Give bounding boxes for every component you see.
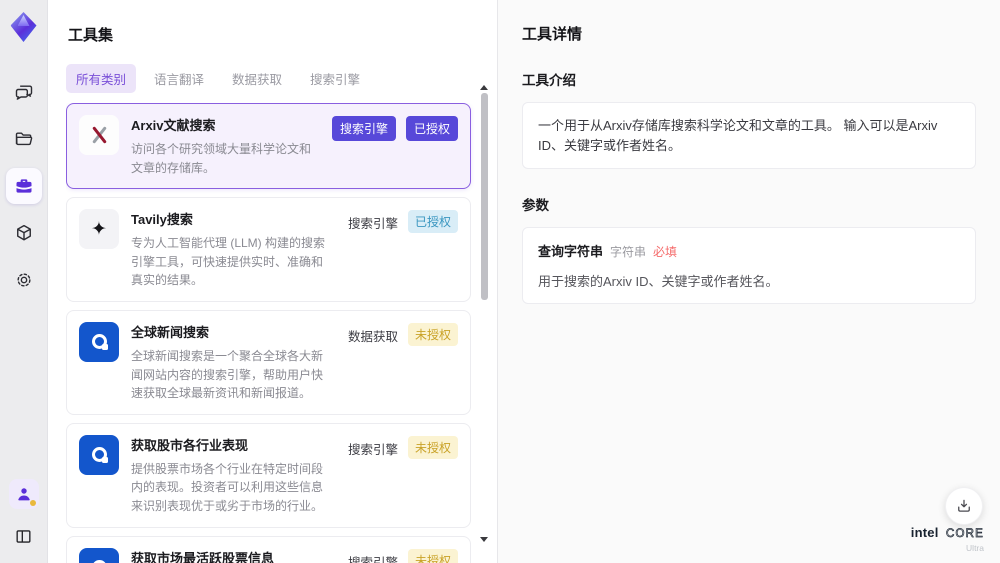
sidebar-item-files[interactable] — [6, 121, 42, 157]
category-tabs: 所有类别 语言翻译 数据获取 搜索引擎 — [66, 64, 497, 93]
tool-card-badges: 搜索引擎 未授权 — [348, 435, 458, 459]
scroll-down-arrow[interactable] — [480, 537, 488, 542]
tool-auth-status-badge: 未授权 — [407, 322, 458, 346]
tool-icon-tile — [79, 434, 119, 475]
tool-card-badges: 搜索引擎 未授权 — [348, 548, 458, 563]
tool-category-badge: 搜索引擎 — [331, 116, 396, 141]
tool-card-main: 全球新闻搜索全球新闻搜索是一个聚合全球各大新闻网站内容的搜索引擎，帮助用户快速获… — [131, 322, 330, 403]
tool-name: 获取股市各行业表现 — [131, 437, 249, 453]
folder-icon — [15, 132, 32, 146]
tool-card[interactable]: ✦ Tavily搜索专为人工智能代理 (LLM) 构建的搜索引擎工具，可快速提供实… — [66, 197, 471, 302]
chat-icon — [15, 85, 32, 100]
tool-name: Arxiv文献搜索 — [131, 118, 216, 133]
arxiv-icon — [89, 125, 109, 145]
tool-card[interactable]: 全球新闻搜索全球新闻搜索是一个聚合全球各大新闻网站内容的搜索引擎，帮助用户快速获… — [66, 309, 471, 415]
intel-core-word: core — [945, 528, 984, 541]
params-section-title: 参数 — [522, 198, 549, 213]
sidebar-item-settings[interactable] — [6, 262, 42, 298]
tool-description: 专为人工智能代理 (LLM) 构建的搜索引擎工具，可快速提供实时、准确和真实的结… — [131, 236, 326, 288]
app-logo — [9, 10, 39, 44]
tool-name: Tavily搜索 — [131, 212, 193, 228]
tool-description: 提供股票市场各个行业在特定时间段内的表现。投资者可以利用这些信息来识别表现优于或… — [131, 461, 324, 513]
param-header: 查询字符串 字符串 必填 — [538, 241, 960, 260]
tool-icon-tile — [79, 321, 119, 362]
tool-card-main: 获取市场最活跃股票信息提供当天交易量最高的股票列表，投资者可以利用这些信息来识别… — [131, 548, 330, 563]
sidebar-item-chat[interactable] — [6, 74, 42, 110]
tool-card-badges: 搜索引擎 已授权 — [347, 209, 458, 234]
panel-layout-icon — [16, 529, 31, 543]
sidebar — [0, 0, 48, 563]
tool-icon-tile: ✦ — [79, 209, 119, 250]
param-required-flag: 必填 — [653, 245, 678, 259]
sidebar-item-toolbox[interactable] — [5, 168, 42, 204]
cube-icon — [16, 224, 31, 241]
tool-category-badge: 搜索引擎 — [347, 217, 398, 232]
tab-category-0[interactable]: 所有类别 — [66, 64, 137, 93]
tool-auth-status-badge: 已授权 — [407, 210, 458, 234]
news-logo-icon — [91, 334, 108, 351]
scroll-up-arrow[interactable] — [480, 85, 488, 90]
intro-box: 一个用于从Arxiv存储库搜索科学论文和文章的工具。 输入可以是Arxiv ID… — [522, 102, 976, 169]
tool-card[interactable]: 获取股市各行业表现提供股票市场各个行业在特定时间段内的表现。投资者可以利用这些信… — [66, 422, 471, 528]
app-window: 工具集 所有类别 语言翻译 数据获取 搜索引擎 Arxiv文献搜索 访问各个研究领域大量… — [0, 0, 1000, 563]
param-type: 字符串 — [610, 245, 647, 259]
tool-category-badge: 搜索引擎 — [347, 442, 398, 457]
tool-list: Arxiv文献搜索 访问各个研究领域大量科学论文和文章的存储库。 搜索引擎 已授权 ✦ T… — [66, 103, 497, 563]
tools-panel: 工具集 所有类别 语言翻译 数据获取 搜索引擎 Arxiv文献搜索 访问各个研究领域大量… — [48, 0, 497, 563]
param-name: 查询字符串 — [538, 244, 604, 259]
param-description: 用于搜索的Arxiv ID、关键字或作者姓名。 — [538, 274, 779, 289]
tool-card[interactable]: Arxiv文献搜索访问各个研究领域大量科学论文和文章的存储库。 搜索引擎 已授权 — [66, 103, 471, 190]
tool-detail-panel: 工具详情 工具介绍 一个用于从Arxiv存储库搜索科学论文和文章的工具。 输入可… — [497, 0, 1000, 563]
tool-card-main: 获取股市各行业表现提供股票市场各个行业在特定时间段内的表现。投资者可以利用这些信… — [131, 435, 330, 516]
tool-card-main: Arxiv文献搜索访问各个研究领域大量科学论文和文章的存储库。 — [131, 115, 314, 177]
tavily-star-icon: ✦ — [91, 218, 107, 240]
intro-text: 一个用于从Arxiv存储库搜索科学论文和文章的工具。 输入可以是Arxiv ID… — [538, 118, 938, 153]
sidebar-item-models[interactable] — [6, 215, 42, 251]
intel-word: intel — [910, 525, 939, 541]
parameter-item: 查询字符串 字符串 必填用于搜索的Arxiv ID、关键字或作者姓名。 — [538, 241, 960, 290]
intel-ultra-word: Ultra — [966, 542, 984, 553]
tab-category-2[interactable]: 数据获取 — [222, 64, 292, 93]
tool-icon-tile — [79, 115, 119, 155]
user-status-dot — [29, 500, 36, 506]
tool-icon-tile — [79, 547, 119, 563]
tool-card[interactable]: 获取市场最活跃股票信息提供当天交易量最高的股票列表，投资者可以利用这些信息来识别… — [66, 535, 471, 563]
download-icon — [958, 499, 970, 512]
intro-section-title: 工具介绍 — [522, 73, 576, 88]
tool-description: 全球新闻搜索是一个聚合全球各大新闻网站内容的搜索引擎，帮助用户快速获取全球最新资… — [131, 348, 324, 401]
detail-title: 工具详情 — [522, 26, 583, 43]
intel-core-logo: intel core Ultra — [911, 524, 984, 553]
tool-description: 访问各个研究领域大量科学论文和文章的存储库。 — [131, 142, 312, 175]
tool-card-main: Tavily搜索专为人工智能代理 (LLM) 构建的搜索引擎工具，可快速提供实时… — [131, 209, 330, 290]
tab-category-1[interactable]: 语言翻译 — [144, 64, 214, 93]
tool-auth-status-badge: 未授权 — [407, 548, 458, 563]
scrollbar-thumb[interactable] — [481, 93, 488, 300]
tool-category-badge: 搜索引擎 — [347, 555, 398, 563]
tool-category-badge: 数据获取 — [347, 329, 398, 344]
params-box: 查询字符串 字符串 必填用于搜索的Arxiv ID、关键字或作者姓名。 — [522, 227, 976, 304]
page-title: 工具集 — [68, 27, 114, 44]
tool-auth-status-badge: 已授权 — [405, 116, 458, 141]
tab-category-3[interactable]: 搜索引擎 — [300, 64, 370, 93]
tool-name: 获取市场最活跃股票信息 — [131, 550, 275, 563]
tool-name: 全球新闻搜索 — [131, 324, 210, 340]
tool-card-badges: 数据获取 未授权 — [348, 322, 458, 346]
news-logo-icon — [91, 447, 108, 464]
toolbox-icon — [16, 179, 31, 193]
download-button[interactable] — [945, 487, 983, 525]
collapse-sidebar-button[interactable] — [9, 521, 39, 551]
user-avatar-button[interactable] — [8, 479, 39, 509]
sidebar-bottom — [8, 479, 39, 551]
gear-icon — [16, 273, 31, 287]
tool-card-badges: 搜索引擎 已授权 — [331, 115, 458, 141]
tool-auth-status-badge: 未授权 — [407, 435, 458, 459]
sidebar-nav — [5, 74, 42, 298]
